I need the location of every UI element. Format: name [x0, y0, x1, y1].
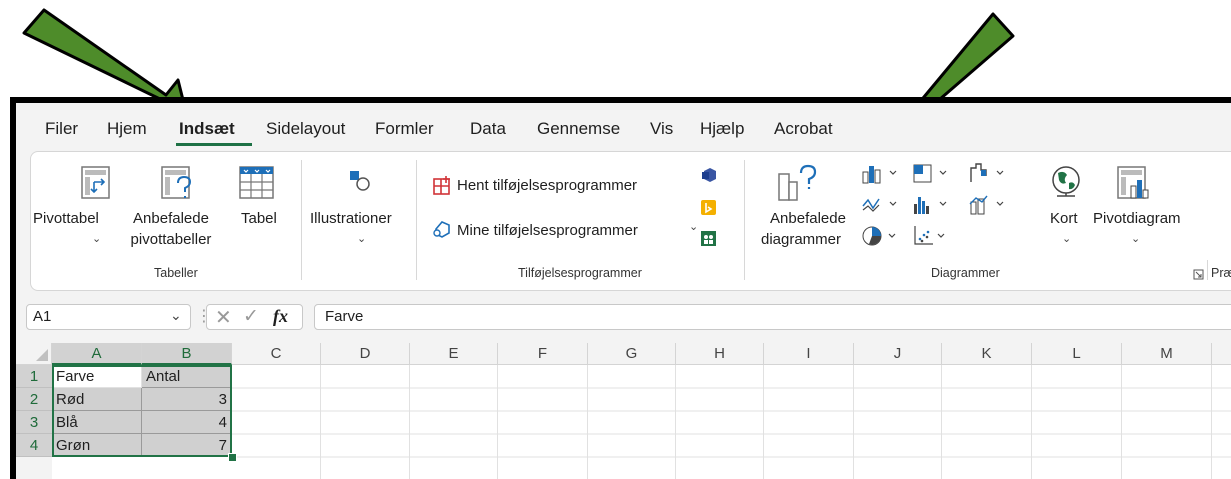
enter-icon[interactable]: ✓: [243, 305, 259, 328]
tab-hjem[interactable]: Hjem: [107, 119, 147, 139]
column-header[interactable]: L: [1032, 343, 1122, 365]
group-label-next-partial: Præ: [1211, 266, 1231, 280]
waterfall-chart-icon[interactable]: [969, 162, 1009, 184]
group-label-charts: Diagrammer: [931, 266, 1000, 280]
tab-indsaet[interactable]: Indsæt: [179, 119, 235, 139]
column-header[interactable]: C: [232, 343, 321, 365]
tab-hjaelp[interactable]: Hjælp: [700, 119, 744, 139]
hierarchy-chart-icon[interactable]: [913, 163, 953, 185]
group-separator: [416, 160, 417, 280]
my-addins-icon: [433, 221, 450, 238]
worksheet-grid: A B C D E F G H I J K L M 1 2 3 4 Farve …: [16, 343, 1231, 479]
recommended-pivot-label-1: Anbefalede: [133, 210, 209, 227]
cancel-icon[interactable]: ✕: [215, 305, 232, 330]
pivotchart-label: Pivotdiagram: [1093, 210, 1181, 227]
people-graph-icon[interactable]: [701, 231, 717, 247]
dialog-launcher-icon[interactable]: [1193, 269, 1204, 280]
column-header[interactable]: K: [942, 343, 1032, 365]
column-header[interactable]: F: [498, 343, 588, 365]
column-header[interactable]: B: [142, 343, 232, 365]
row-header[interactable]: 4: [16, 434, 52, 457]
formula-actions: ✕ ✓ fx: [206, 304, 303, 330]
tab-formler[interactable]: Formler: [375, 119, 434, 139]
chevron-down-icon[interactable]: ⌄: [170, 307, 182, 324]
column-header[interactable]: H: [676, 343, 764, 365]
gridlines: [232, 365, 1231, 479]
maps-label: Kort: [1050, 210, 1078, 227]
pivottable-label: Pivottabel: [33, 210, 99, 227]
group-separator: [744, 160, 745, 280]
line-chart-icon[interactable]: [862, 194, 902, 216]
chevron-down-icon: ⌄: [1131, 233, 1141, 245]
visio-icon[interactable]: [701, 167, 717, 183]
recommended-charts-icon: [778, 164, 817, 201]
recommended-charts-label-1: Anbefalede: [770, 210, 846, 227]
ribbon: Pivottabel ⌄ Anbefalede pivottabeller Ta…: [30, 151, 1231, 291]
pie-chart-icon[interactable]: [862, 225, 902, 247]
tab-vis[interactable]: Vis: [650, 119, 673, 139]
store-icon: [433, 176, 450, 195]
column-header[interactable]: D: [321, 343, 410, 365]
chevron-down-icon: ⌄: [92, 233, 102, 245]
my-addins-label: Mine tilføjelsesprogrammer: [457, 222, 638, 239]
select-all-corner[interactable]: [16, 343, 52, 365]
column-header[interactable]: A: [52, 343, 142, 365]
get-addins-label: Hent tilføjelsesprogrammer: [457, 177, 638, 194]
tab-gennemse[interactable]: Gennemse: [537, 119, 620, 139]
tab-sidelayout[interactable]: Sidelayout: [266, 119, 345, 139]
row-header-partial[interactable]: [16, 457, 52, 479]
row-header[interactable]: 2: [16, 388, 52, 411]
group-label-tables: Tabeller: [154, 266, 198, 280]
globe-icon: [1052, 166, 1080, 197]
combo-chart-icon[interactable]: [969, 194, 1009, 216]
column-header[interactable]: G: [588, 343, 676, 365]
name-box-value: A1: [33, 308, 52, 325]
column-header-partial[interactable]: [1212, 343, 1231, 365]
recommended-charts-label-2: diagrammer: [760, 231, 842, 248]
pivotchart-icon: [1117, 166, 1149, 199]
row-header[interactable]: 1: [16, 365, 52, 388]
group-separator: [1207, 260, 1208, 280]
chevron-down-icon: ⌄: [689, 221, 699, 233]
column-header[interactable]: I: [764, 343, 854, 365]
group-separator: [301, 160, 302, 280]
tab-acrobat[interactable]: Acrobat: [774, 119, 833, 139]
tab-filer[interactable]: Filer: [45, 119, 78, 139]
name-box[interactable]: A1 ⌄: [26, 304, 191, 330]
statistic-chart-icon[interactable]: [913, 194, 953, 216]
recommended-pivot-label-2: pivottabeller: [130, 231, 212, 248]
illustrations-label: Illustrationer: [310, 210, 392, 227]
formula-input[interactable]: Farve: [314, 304, 1231, 330]
chevron-down-icon: ⌄: [1062, 233, 1072, 245]
excel-window: Filer Hjem Indsæt Sidelayout Formler Dat…: [10, 97, 1231, 479]
formula-content: Farve: [325, 308, 364, 325]
table-label: Tabel: [241, 210, 277, 227]
tab-data[interactable]: Data: [470, 119, 506, 139]
chevron-down-icon: ⌄: [357, 233, 367, 245]
group-label-addins: Tilføjelsesprogrammer: [518, 266, 642, 280]
shapes-icon: [350, 171, 370, 191]
recommended-pivot-icon: [161, 166, 192, 199]
selection-border: [52, 365, 232, 457]
insert-function-icon[interactable]: fx: [273, 306, 288, 327]
formula-bar: A1 ⌄ ⋮ ✕ ✓ fx Farve: [16, 299, 1231, 335]
scatter-chart-icon[interactable]: [913, 225, 953, 247]
table-icon: [239, 166, 274, 199]
column-header[interactable]: M: [1122, 343, 1212, 365]
column-chart-icon[interactable]: [862, 163, 902, 185]
fill-handle[interactable]: [228, 453, 237, 462]
active-tab-indicator: [176, 143, 252, 146]
bing-icon[interactable]: [701, 200, 717, 216]
column-header[interactable]: E: [410, 343, 498, 365]
pivot-table-icon: [81, 166, 110, 199]
column-header[interactable]: J: [854, 343, 942, 365]
row-header[interactable]: 3: [16, 411, 52, 434]
